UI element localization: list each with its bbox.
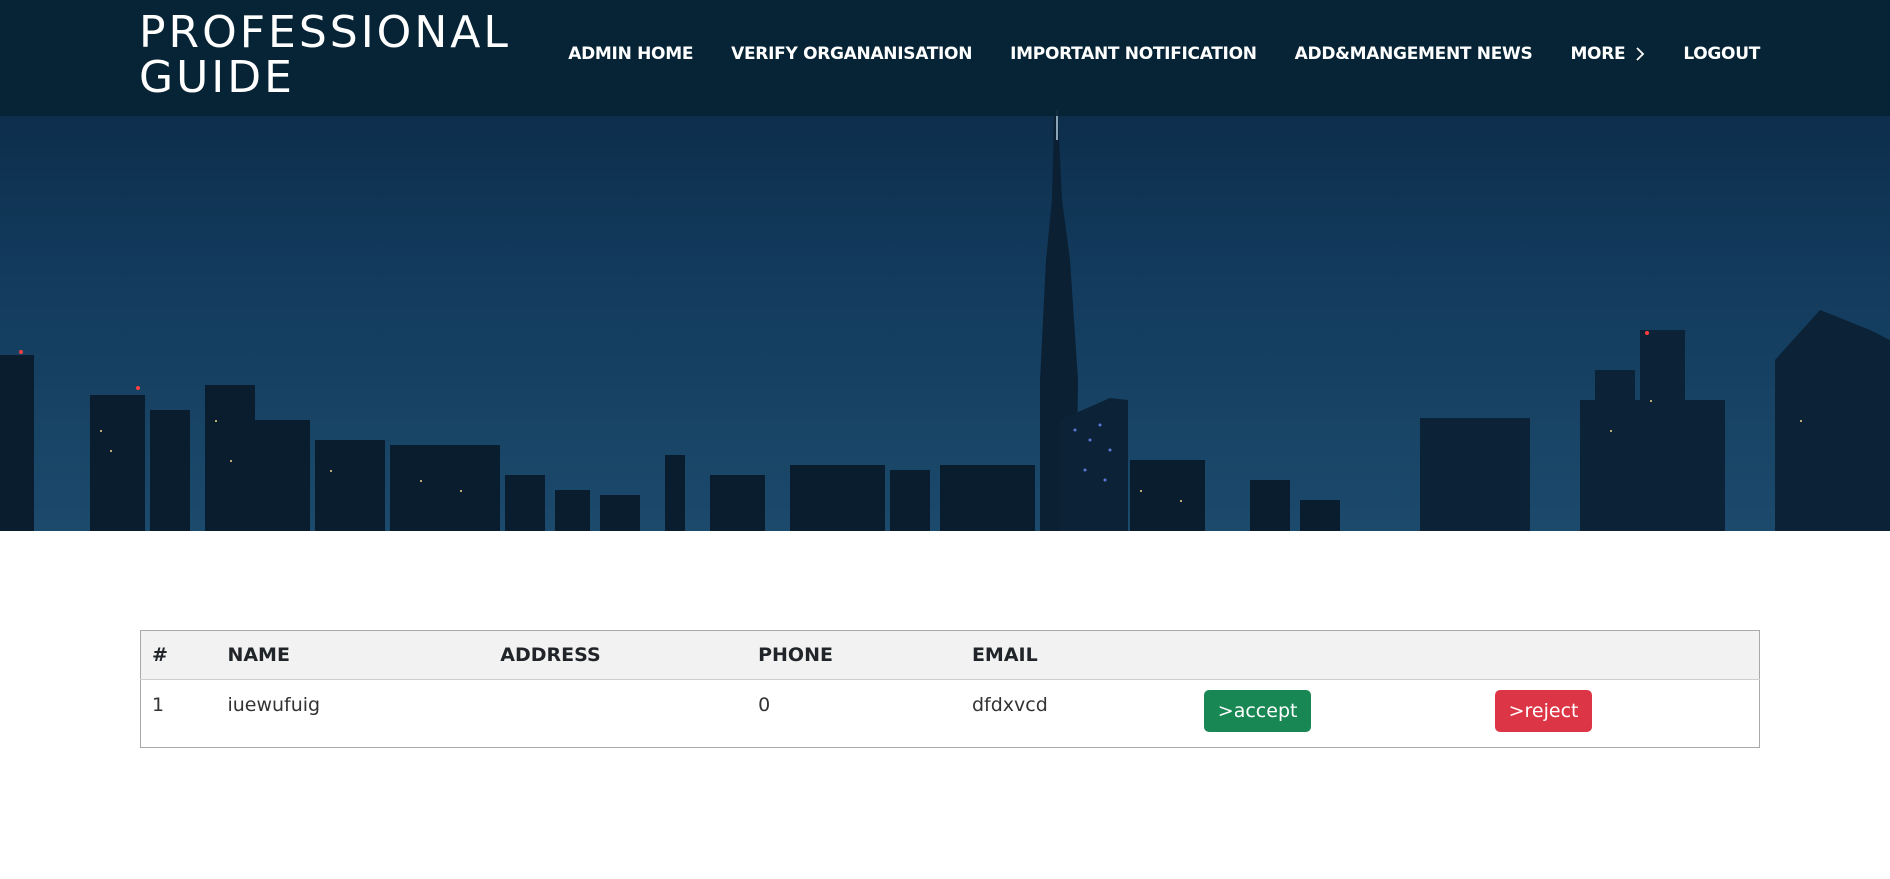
- header-email: EMAIL: [960, 630, 1193, 680]
- nav-important-notification[interactable]: IMPORTANT NOTIFICATION: [1010, 44, 1257, 64]
- header-address: ADDRESS: [489, 630, 748, 680]
- nav-logout[interactable]: LOGOUT: [1683, 44, 1760, 64]
- accept-button[interactable]: >accept: [1203, 690, 1312, 732]
- nav-admin-home[interactable]: ADMIN HOME: [568, 44, 693, 64]
- header-name: NAME: [216, 630, 490, 680]
- nav-more[interactable]: MORE: [1570, 44, 1645, 64]
- reject-button[interactable]: >reject: [1494, 690, 1593, 732]
- cell-name: iuewufuig: [227, 694, 321, 716]
- organisation-table-container: # NAME ADDRESS PHONE EMAIL 1 iuewufuig 0…: [140, 630, 1760, 748]
- header-accept-col: [1192, 630, 1484, 680]
- header-index: #: [140, 630, 217, 680]
- main-nav: ADMIN HOME VERIFY ORGANANISATION IMPORTA…: [568, 44, 1760, 64]
- nav-more-label: MORE: [1570, 44, 1626, 64]
- chevron-right-icon: [1636, 47, 1645, 61]
- top-navbar: PROFESSIONAL GUIDE ADMIN HOME VERIFY ORG…: [0, 0, 1890, 116]
- table-header-row: # NAME ADDRESS PHONE EMAIL: [140, 630, 1760, 680]
- header-phone: PHONE: [747, 630, 961, 680]
- table-row: 1 iuewufuig 0 dfdxvcd >accept >reject: [141, 680, 1760, 748]
- organisation-table: # NAME ADDRESS PHONE EMAIL 1 iuewufuig 0…: [140, 630, 1760, 748]
- brand-line-2: GUIDE: [139, 52, 295, 103]
- brand-logo[interactable]: PROFESSIONAL GUIDE: [139, 10, 559, 100]
- header-reject-col: [1483, 630, 1760, 680]
- cell-phone: 0: [758, 694, 771, 716]
- cell-email: dfdxvcd: [971, 694, 1048, 716]
- nav-verify-organisation[interactable]: VERIFY ORGANANISATION: [731, 44, 972, 64]
- cell-address: [489, 680, 747, 748]
- nav-add-management-news[interactable]: ADD&MANGEMENT NEWS: [1295, 44, 1533, 64]
- cell-accept: >accept: [1193, 680, 1484, 748]
- brand-line-1: PROFESSIONAL: [139, 7, 511, 58]
- cell-index: 1: [152, 694, 165, 716]
- cell-reject: >reject: [1484, 680, 1760, 748]
